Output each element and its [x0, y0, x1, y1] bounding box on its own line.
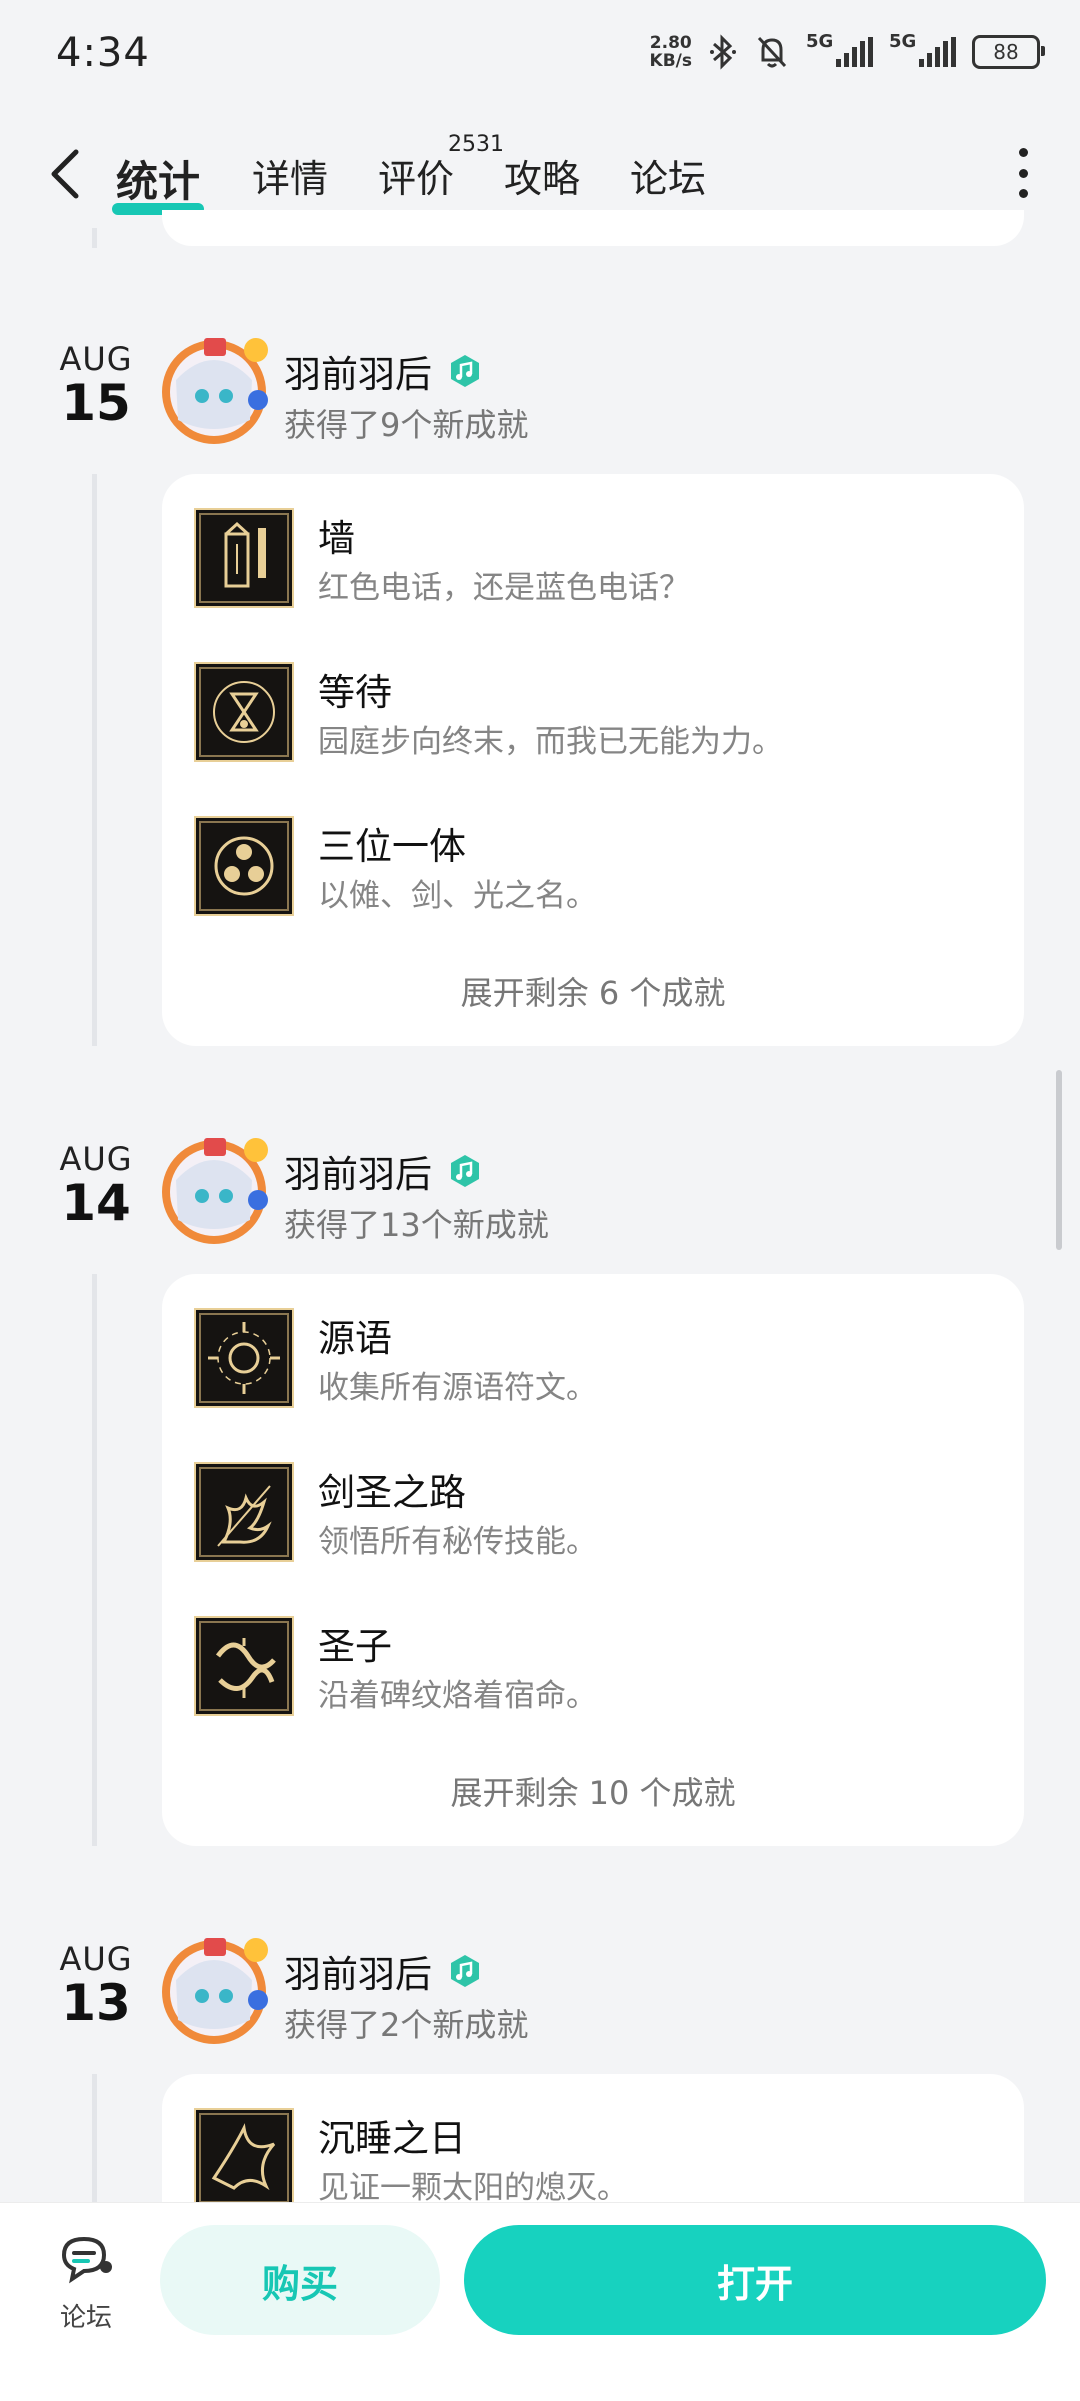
signal-1-bars-icon: [836, 37, 873, 67]
user-avatar[interactable]: [154, 330, 274, 450]
achievement-desc: 园庭步向终末，而我已无能为力。: [318, 724, 783, 760]
achievement-desc: 见证一颗太阳的熄灭。: [318, 2170, 628, 2206]
verified-music-badge-icon: [451, 1155, 479, 1187]
achievement-title: 等待: [318, 671, 392, 714]
more-menu-icon[interactable]: [1018, 148, 1028, 198]
forum-button[interactable]: 论坛: [50, 2233, 122, 2334]
date-day: 14: [61, 1174, 131, 1232]
timeline-line: [92, 474, 97, 1046]
network-speed: 2.80 KB/s: [650, 34, 692, 70]
tab-reviews[interactable]: 评价: [378, 148, 454, 203]
open-button[interactable]: 打开: [464, 2225, 1046, 2335]
timeline-line: [92, 228, 97, 248]
achievement-item[interactable]: 源语 收集所有源语符文。: [194, 1308, 994, 1418]
achievement-item[interactable]: 圣子 沿着碑纹烙着宿命。: [194, 1616, 994, 1726]
user-avatar[interactable]: [154, 1930, 274, 2050]
achievement-desc: 以傩、剑、光之名。: [318, 878, 597, 914]
mute-bell-icon: [757, 36, 787, 68]
username-text: 羽前羽后: [284, 1153, 432, 1196]
bluetooth-icon: [710, 34, 736, 70]
date-day: 13: [61, 1974, 131, 2032]
achievement-summary: 获得了13个新成就: [284, 1206, 549, 1244]
timeline-line: [92, 2074, 97, 2204]
username-text: 羽前羽后: [284, 353, 432, 396]
tab-stats[interactable]: 统计: [111, 148, 205, 215]
achievement-desc: 收集所有源语符文。: [318, 1370, 597, 1406]
tab-details[interactable]: 详情: [252, 148, 328, 203]
expand-remaining-button[interactable]: 展开剩余 6 个成就: [162, 968, 1024, 1014]
signal-1: 5G: [806, 31, 873, 67]
date-month: AUG: [59, 340, 133, 378]
timeline-line: [92, 1274, 97, 1846]
username-text: 羽前羽后: [284, 1953, 432, 1996]
signal-2: 5G: [889, 31, 956, 67]
username[interactable]: 羽前羽后: [284, 1944, 482, 1998]
achievement-desc: 领悟所有秘传技能。: [318, 1524, 597, 1560]
scrollbar[interactable]: [1056, 1070, 1062, 1250]
bird-sun-icon: [194, 2108, 294, 2208]
signal-2-label: 5G: [889, 31, 917, 52]
sacred-knot-icon: [194, 1616, 294, 1716]
achievement-item[interactable]: 三位一体 以傩、剑、光之名。: [194, 816, 994, 926]
triad-emblem-icon: [194, 816, 294, 916]
network-speed-value: 2.80: [649, 33, 692, 53]
status-bar: 4:34 2.80 KB/s 5G 5G 88: [0, 0, 1080, 118]
achievement-item[interactable]: 等待 园庭步向终末，而我已无能为力。: [194, 662, 994, 772]
tab-forum[interactable]: 论坛: [630, 148, 706, 203]
battery-level: 88: [993, 40, 1019, 64]
date-label: AUG 13: [56, 1940, 136, 2028]
status-icons: 2.80 KB/s 5G 5G 88: [650, 31, 1045, 70]
sword-flame-icon: [194, 1462, 294, 1562]
review-count-badge: 2531: [448, 132, 504, 157]
rune-sun-icon: [194, 1308, 294, 1408]
achievement-title: 沉睡之日: [318, 2117, 466, 2160]
achievement-summary: 获得了2个新成就: [284, 2006, 529, 2044]
achievement-desc: 沿着碑纹烙着宿命。: [318, 1678, 597, 1714]
hourglass-icon: [194, 662, 294, 762]
back-arrow-icon[interactable]: [46, 146, 86, 202]
chat-bubble-icon: [61, 2236, 112, 2284]
buy-button[interactable]: 购买: [160, 2225, 440, 2335]
network-speed-unit: KB/s: [649, 51, 692, 71]
user-avatar[interactable]: [154, 1130, 274, 1250]
date-month: AUG: [59, 1140, 133, 1178]
expand-remaining-button[interactable]: 展开剩余 10 个成就: [162, 1768, 1024, 1814]
previous-card-edge: [162, 210, 1024, 246]
achievement-desc: 红色电话，还是蓝色电话？: [318, 570, 690, 606]
achievement-title: 墙: [318, 517, 355, 560]
username[interactable]: 羽前羽后: [284, 344, 482, 398]
status-time: 4:34: [56, 30, 150, 76]
tab-guides[interactable]: 攻略: [504, 148, 580, 203]
achievement-title: 剑圣之路: [318, 1471, 466, 1514]
battery-icon: 88: [972, 35, 1045, 69]
bottom-action-bar: 论坛 购买 打开: [0, 2202, 1080, 2401]
achievement-title: 圣子: [318, 1625, 392, 1668]
signal-2-bars-icon: [919, 37, 956, 67]
achievement-title: 三位一体: [318, 825, 466, 868]
forum-button-label: 论坛: [59, 2303, 112, 2333]
verified-music-badge-icon: [451, 355, 479, 387]
achievement-item[interactable]: 剑圣之路 领悟所有秘传技能。: [194, 1462, 994, 1572]
achievement-summary: 获得了9个新成就: [284, 406, 529, 444]
username[interactable]: 羽前羽后: [284, 1144, 482, 1198]
signal-1-label: 5G: [806, 31, 834, 52]
date-label: AUG 15: [56, 340, 136, 428]
phone-booth-icon: [194, 508, 294, 608]
date-month: AUG: [59, 1940, 133, 1978]
achievement-item[interactable]: 墙 红色电话，还是蓝色电话？: [194, 508, 994, 618]
achievement-card: 墙 红色电话，还是蓝色电话？ 等待 园庭步向终末，而我已无能为力。 三位一体 以…: [162, 474, 1024, 1046]
achievement-title: 源语: [318, 1317, 392, 1360]
date-day: 15: [61, 374, 131, 432]
date-label: AUG 14: [56, 1140, 136, 1228]
achievement-card: 源语 收集所有源语符文。 剑圣之路 领悟所有秘传技能。 圣子 沿着碑纹烙着宿命。…: [162, 1274, 1024, 1846]
verified-music-badge-icon: [451, 1955, 479, 1987]
